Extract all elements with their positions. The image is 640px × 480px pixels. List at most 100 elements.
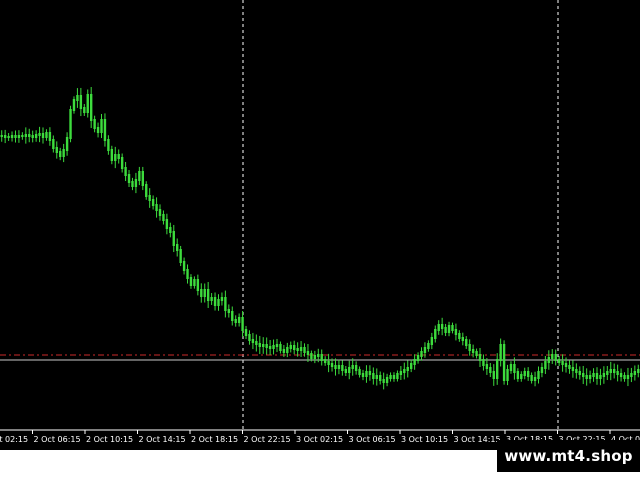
candle-body — [375, 375, 378, 379]
candle-body — [59, 151, 62, 157]
candle-body — [471, 349, 475, 353]
candle-body — [475, 351, 478, 356]
candle-body — [196, 279, 200, 291]
x-tick-label: 2 Oct 18:15 — [191, 435, 238, 444]
candle-body — [55, 147, 58, 153]
candle-body — [385, 377, 389, 383]
candle-body — [348, 367, 351, 373]
candle-body — [145, 184, 148, 197]
candle-body — [172, 231, 175, 246]
candle-body — [210, 297, 213, 301]
candle-body — [107, 139, 110, 151]
candle-body — [255, 341, 258, 345]
chart-canvas[interactable]: 2 Oct 02:15 2 Oct 06:15 2 Oct 10:15 2 Oct 1… — [0, 0, 640, 450]
candle-body — [151, 199, 155, 206]
candle-body — [268, 346, 272, 349]
candle-body — [124, 167, 127, 176]
candle-body — [354, 365, 358, 371]
candle-body — [289, 345, 292, 349]
candle-body — [389, 375, 392, 379]
x-tick-label: 2 Oct 02:15 — [0, 435, 28, 444]
candle-body — [213, 297, 217, 306]
candle-body — [585, 375, 588, 379]
candle-body — [544, 361, 547, 369]
candle-body — [14, 135, 17, 138]
candle-body — [630, 373, 633, 377]
candle-body — [206, 289, 210, 301]
candle-body — [141, 171, 144, 186]
candle-body — [409, 363, 413, 369]
candle-body — [368, 371, 372, 375]
candle-body — [451, 325, 454, 331]
candle-body — [41, 133, 45, 138]
candle-body — [306, 351, 310, 355]
candle-body — [461, 337, 464, 341]
candle-body — [86, 94, 89, 113]
candle-body — [227, 309, 231, 313]
candle-body — [416, 355, 420, 361]
candle-body — [437, 324, 440, 331]
candle-body — [365, 371, 368, 377]
candle-body — [575, 369, 578, 373]
candle-body — [310, 353, 313, 359]
candle-body — [52, 139, 55, 149]
candle-body — [537, 371, 540, 379]
candle-body — [17, 135, 21, 138]
candle-body — [547, 357, 551, 363]
candle-body — [265, 344, 268, 348]
price-level-lines — [0, 354, 640, 361]
candle-body — [31, 135, 34, 138]
candle-body — [440, 324, 444, 329]
candle-body — [423, 347, 427, 353]
candle-body — [169, 227, 172, 233]
candle-body — [272, 345, 275, 349]
candle-body — [258, 343, 261, 347]
candle-body — [382, 379, 385, 383]
candle-body — [76, 95, 79, 101]
candle-body — [540, 367, 544, 373]
candle-body — [45, 132, 48, 138]
candle-body — [244, 329, 248, 336]
candle-body — [203, 289, 206, 297]
candle-body — [396, 373, 399, 379]
candle-body — [96, 127, 100, 133]
candle-body — [48, 132, 52, 141]
candle-body — [454, 329, 458, 335]
candle-body — [485, 364, 489, 369]
candle-body — [7, 136, 10, 138]
candle-body — [568, 365, 571, 369]
x-tick-label: 2 Oct 22:15 — [244, 435, 291, 444]
candle-body — [447, 325, 451, 333]
x-tick-label: 3 Oct 14:15 — [454, 435, 501, 444]
candle-body — [282, 349, 286, 353]
candle-body — [117, 154, 120, 159]
candle-body — [292, 345, 296, 350]
candle-body — [155, 204, 158, 211]
candle-body — [0, 135, 3, 137]
candle-body — [286, 347, 289, 353]
candle-body — [200, 289, 203, 297]
candle-body — [482, 359, 485, 366]
candle-body — [420, 351, 423, 357]
candle-body — [513, 364, 516, 373]
candle-body — [69, 109, 72, 139]
candle-body — [296, 348, 299, 351]
candle-body — [619, 373, 623, 377]
candle-body — [231, 311, 234, 321]
candle-body — [616, 371, 619, 375]
candle-body — [344, 369, 348, 373]
candle-body — [626, 375, 630, 379]
candle-body — [220, 297, 224, 301]
candle-body — [62, 149, 65, 157]
candle-body — [602, 373, 606, 377]
candle-body — [10, 135, 14, 138]
candle-body — [131, 181, 134, 187]
candle-body — [65, 137, 69, 151]
candle-body — [612, 369, 616, 373]
candle-body — [592, 373, 595, 377]
candle-body — [34, 134, 38, 138]
candle-body — [578, 371, 581, 375]
candle-body — [262, 344, 265, 347]
candle-body — [561, 361, 564, 365]
price-chart[interactable]: 2 Oct 02:15 2 Oct 06:15 2 Oct 10:15 2 Oct 1… — [0, 0, 640, 450]
